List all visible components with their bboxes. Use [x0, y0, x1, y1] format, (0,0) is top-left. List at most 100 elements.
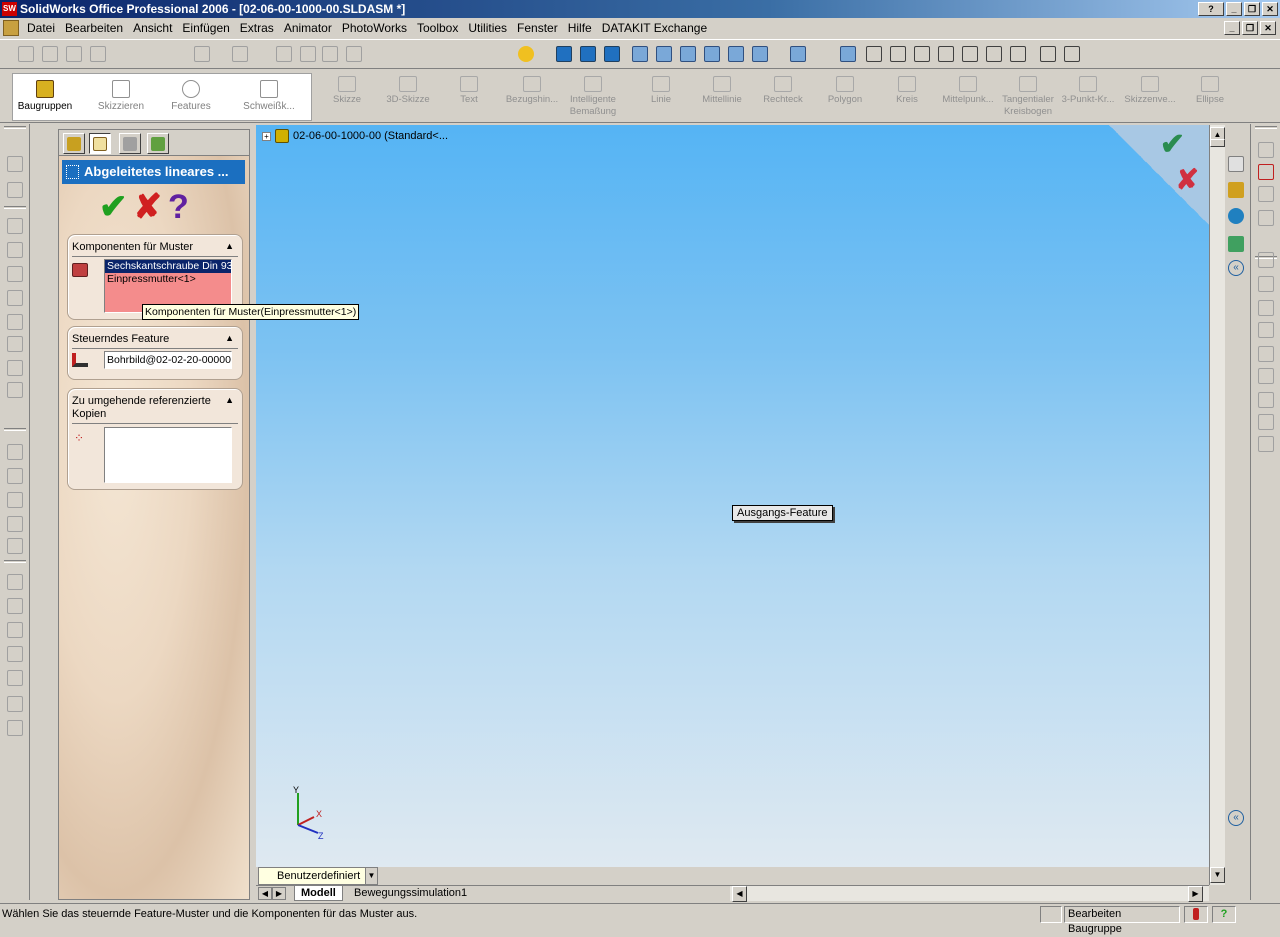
left-tool-9-icon[interactable] [7, 360, 23, 376]
tool-tangent-arc[interactable]: Tangentialer Kreisbogen [998, 76, 1058, 118]
collapse-caret-icon[interactable]: ▲ [225, 395, 234, 405]
left-tool-3-icon[interactable] [7, 218, 23, 234]
print-icon[interactable] [90, 46, 106, 62]
right-tool-1-icon[interactable] [1258, 142, 1274, 158]
tool-sketch[interactable]: Skizze [318, 76, 376, 106]
right-tool-11-icon[interactable] [1258, 392, 1274, 408]
help-icon[interactable] [518, 46, 534, 62]
pan-icon[interactable] [656, 46, 672, 62]
zoom-area-icon[interactable] [322, 46, 338, 62]
flyout-tree-root[interactable]: + 02-06-00-1000-00 (Standard<... [262, 129, 448, 143]
menu-item[interactable]: Ansicht [128, 18, 177, 38]
left-tool-17-icon[interactable] [7, 598, 23, 614]
rotate-icon[interactable] [632, 46, 648, 62]
right-tool-4-icon[interactable] [1258, 210, 1274, 226]
left-tool-10-icon[interactable] [7, 382, 23, 398]
skip-instances-listbox[interactable] [104, 427, 232, 483]
chevron-down-icon[interactable]: ▼ [365, 868, 377, 884]
driving-feature-header[interactable]: Steuerndes Feature [72, 333, 238, 349]
tab-property-manager[interactable] [89, 133, 111, 154]
left-tool-8-icon[interactable] [7, 336, 23, 352]
callout-label[interactable]: Ausgangs-Feature [732, 505, 833, 521]
right-tool-6-icon[interactable] [1258, 276, 1274, 292]
design-library-icon[interactable] [1228, 182, 1244, 198]
left-tool-4-icon[interactable] [7, 242, 23, 258]
rotate-component-icon[interactable] [580, 46, 596, 62]
home-icon[interactable] [1228, 156, 1244, 172]
photoworks-icon[interactable] [1064, 46, 1080, 62]
solidworks-app-icon[interactable]: SW [2, 2, 17, 16]
right-tool-3-icon[interactable] [1258, 186, 1274, 202]
collapse-caret-icon[interactable]: ▲ [225, 333, 234, 343]
tab-nav-prev-icon[interactable]: ◀ [258, 887, 272, 900]
menu-item[interactable]: Datei [22, 18, 60, 38]
shaded-edges-icon[interactable] [938, 46, 954, 62]
toolbar-grip[interactable] [4, 560, 26, 563]
list-item[interactable]: Sechskantschraube Din 93 [105, 260, 231, 273]
left-tool-13-icon[interactable] [7, 492, 23, 508]
redo-icon[interactable] [232, 46, 248, 62]
tool-smart-dimension[interactable]: Intelligente Bemaßung [562, 76, 624, 118]
new-icon[interactable] [18, 46, 34, 62]
tab-features[interactable]: Features [163, 76, 219, 112]
minimize-button[interactable]: _ [1226, 2, 1242, 16]
scroll-right-button[interactable]: ▶ [1188, 886, 1203, 902]
left-tool-16-icon[interactable] [7, 574, 23, 590]
tab-nav-next-icon[interactable]: ▶ [272, 887, 286, 900]
left-tool-12-icon[interactable] [7, 468, 23, 484]
left-tool-14-icon[interactable] [7, 516, 23, 532]
wireframe-icon[interactable] [866, 46, 882, 62]
tool-polygon[interactable]: Polygon [816, 76, 874, 106]
left-tool-18-icon[interactable] [7, 622, 23, 638]
split-handle[interactable] [1210, 139, 1225, 147]
tool-reference-geometry[interactable]: Bezugshin... [502, 76, 562, 106]
right-tool-5-icon[interactable] [1258, 252, 1274, 268]
left-tool-22-icon[interactable] [7, 720, 23, 736]
mdi-close-button[interactable]: ✕ [1260, 21, 1276, 35]
confirm-ok-icon[interactable]: ✔ [1160, 127, 1185, 162]
view-palette-icon[interactable] [1228, 236, 1244, 252]
right-tool-9-icon[interactable] [1258, 346, 1274, 362]
realview-icon[interactable] [1010, 46, 1026, 62]
move-component-icon[interactable] [556, 46, 572, 62]
menu-item[interactable]: Animator [279, 18, 337, 38]
collapse-caret-icon[interactable]: ▲ [225, 241, 234, 251]
menu-item[interactable]: Hilfe [563, 18, 597, 38]
left-tool-5-icon[interactable] [7, 266, 23, 282]
mdi-restore-button[interactable]: ❐ [1242, 21, 1258, 35]
tab-bewegungssimulation[interactable]: Bewegungssimulation1 [348, 886, 473, 901]
tool-3-point-arc[interactable]: 3-Punkt-Kr... [1058, 76, 1118, 106]
standard-views-icon[interactable] [680, 46, 696, 62]
scroll-down-button[interactable]: ▼ [1210, 867, 1225, 883]
tab-baugruppen[interactable]: Baugruppen [17, 76, 73, 112]
tool-circle[interactable]: Kreis [878, 76, 936, 106]
left-tool-15-icon[interactable] [7, 538, 23, 554]
menu-item[interactable]: Extras [235, 18, 279, 38]
quick-tips-icon[interactable]: ? [1212, 906, 1236, 923]
vertical-scrollbar[interactable]: ▲ ▼ [1209, 125, 1225, 885]
shaded-icon[interactable] [962, 46, 978, 62]
zoom-to-fit-icon[interactable] [300, 46, 316, 62]
expand-icon[interactable]: + [262, 131, 271, 141]
tab-skizzieren[interactable]: Skizzieren [93, 76, 149, 112]
skip-instances-header[interactable]: Zu umgehende referenzierte Kopien [72, 395, 238, 424]
right-tool-12-icon[interactable] [1258, 414, 1274, 430]
left-tool-11-icon[interactable] [7, 444, 23, 460]
rebuild-icon[interactable] [790, 46, 806, 62]
collapse-task-pane-icon[interactable]: « [1228, 260, 1244, 276]
tool-3d-sketch[interactable]: 3D-Skizze [378, 76, 438, 106]
tab-schweisskonstruktionen[interactable]: Schweißk... [239, 76, 299, 112]
confirm-cancel-icon[interactable]: ✘ [1176, 163, 1199, 196]
tool-rectangle[interactable]: Rechteck [754, 76, 812, 106]
tab-photoworks[interactable] [147, 133, 169, 154]
left-tool-20-icon[interactable] [7, 670, 23, 686]
perspective-icon[interactable] [986, 46, 1002, 62]
menu-item[interactable]: Bearbeiten [60, 18, 128, 38]
mdi-minimize-button[interactable]: _ [1224, 21, 1240, 35]
select-icon[interactable] [276, 46, 292, 62]
view-orientation-select[interactable]: Benutzerdefiniert ▼ [258, 867, 378, 885]
tab-modell[interactable]: Modell [294, 886, 343, 901]
tab-configuration-manager[interactable] [119, 133, 141, 154]
hidden-lines-icon[interactable] [728, 46, 744, 62]
tool-centerline[interactable]: Mittellinie [692, 76, 752, 106]
